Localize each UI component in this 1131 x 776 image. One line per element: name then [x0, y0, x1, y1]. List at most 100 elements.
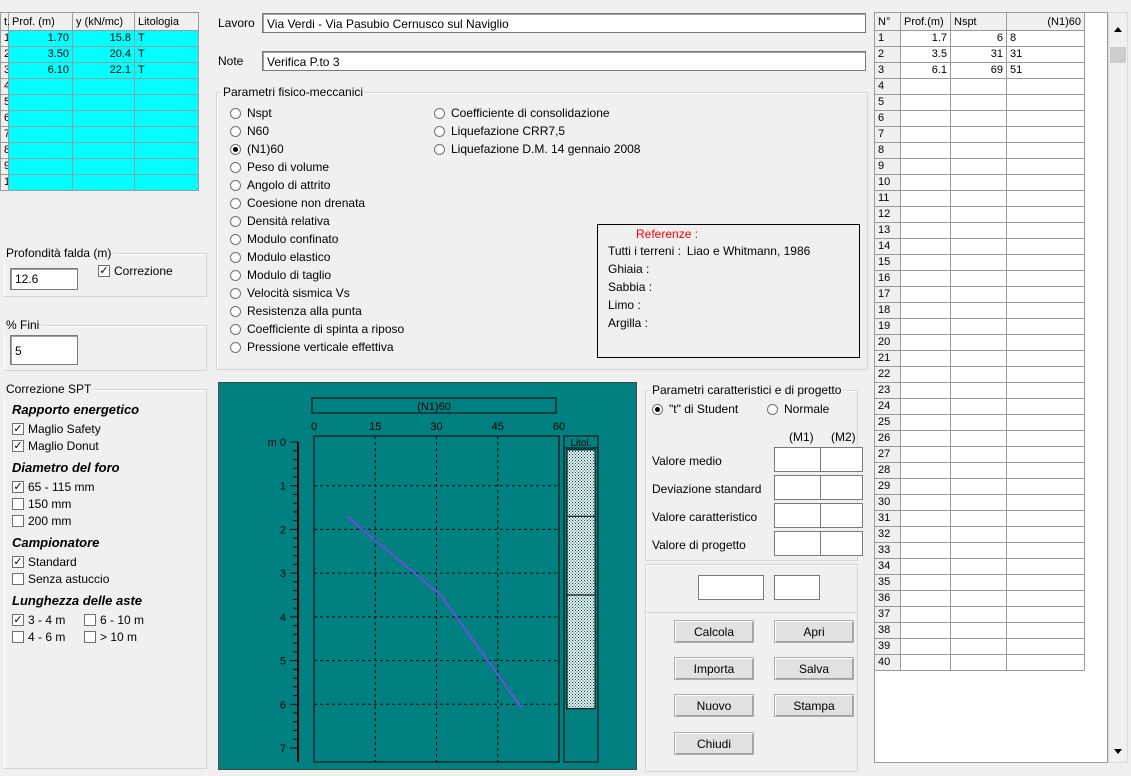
nspt-cell[interactable] — [950, 558, 1007, 575]
gamma-cell[interactable] — [72, 94, 135, 111]
prof-cell[interactable] — [900, 638, 951, 655]
spt-checkbox[interactable]: 150 mm — [12, 495, 202, 512]
prof-cell[interactable] — [900, 446, 951, 463]
prof-cell[interactable] — [900, 478, 951, 495]
spt-checkbox[interactable]: ✓ Maglio Safety — [12, 420, 202, 437]
param-radio[interactable]: Modulo di taglio — [230, 266, 404, 284]
nspt-cell[interactable] — [950, 654, 1007, 671]
prof-cell[interactable] — [900, 526, 951, 543]
fini-input[interactable]: 5 — [10, 335, 78, 365]
prof-cell[interactable]: 3.5 — [900, 46, 951, 63]
prof-cell[interactable] — [8, 158, 73, 175]
prof-cell[interactable] — [900, 462, 951, 479]
nspt-cell[interactable] — [950, 110, 1007, 127]
n160-cell[interactable] — [1006, 638, 1085, 655]
prof-cell[interactable] — [900, 110, 951, 127]
n160-cell[interactable] — [1006, 126, 1085, 143]
param-radio[interactable]: Angolo di attrito — [230, 176, 404, 194]
prof-cell[interactable] — [900, 174, 951, 191]
nspt-cell[interactable]: 31 — [950, 46, 1007, 63]
prof-cell[interactable] — [900, 254, 951, 271]
param-radio[interactable]: Modulo elastico — [230, 248, 404, 266]
prof-cell[interactable] — [900, 206, 951, 223]
n160-cell[interactable] — [1006, 158, 1085, 175]
scroll-down-icon[interactable] — [1114, 749, 1122, 754]
n160-cell[interactable] — [1006, 222, 1085, 239]
car-m2-field[interactable] — [820, 531, 863, 556]
n160-cell[interactable]: 51 — [1006, 62, 1085, 79]
n160-cell[interactable] — [1006, 446, 1085, 463]
nspt-cell[interactable] — [950, 286, 1007, 303]
prof-cell[interactable] — [900, 398, 951, 415]
nspt-cell[interactable] — [950, 334, 1007, 351]
n160-cell[interactable] — [1006, 654, 1085, 671]
nspt-cell[interactable] — [950, 606, 1007, 623]
chiudi-button[interactable]: Chiudi — [674, 732, 754, 755]
spt-checkbox[interactable]: ✓ 65 - 115 mm — [12, 478, 202, 495]
gamma-cell[interactable] — [72, 158, 135, 175]
aste-checkbox[interactable]: 4 - 6 m — [12, 628, 84, 645]
param-radio[interactable]: Liquefazione D.M. 14 gennaio 2008 — [434, 140, 640, 158]
n160-cell[interactable] — [1006, 478, 1085, 495]
prof-cell[interactable] — [8, 78, 73, 95]
spt-checkbox[interactable]: Senza astuccio — [12, 570, 202, 587]
nspt-cell[interactable] — [950, 222, 1007, 239]
prof-cell[interactable] — [900, 350, 951, 367]
nspt-cell[interactable] — [950, 446, 1007, 463]
lavoro-input[interactable]: Via Verdi - Via Pasubio Cernusco sul Nav… — [262, 13, 866, 33]
aste-checkbox[interactable]: ✓ 3 - 4 m — [12, 611, 84, 628]
prof-cell[interactable] — [900, 542, 951, 559]
nspt-cell[interactable] — [950, 414, 1007, 431]
prof-cell[interactable] — [900, 494, 951, 511]
litologia-cell[interactable]: T — [134, 46, 199, 63]
litologia-cell[interactable] — [134, 78, 199, 95]
n160-cell[interactable] — [1006, 398, 1085, 415]
prof-cell[interactable] — [900, 238, 951, 255]
nspt-cell[interactable] — [950, 366, 1007, 383]
nspt-cell[interactable] — [950, 542, 1007, 559]
nspt-cell[interactable] — [950, 206, 1007, 223]
nspt-cell[interactable] — [950, 270, 1007, 287]
gamma-cell[interactable] — [72, 126, 135, 143]
n160-cell[interactable] — [1006, 270, 1085, 287]
n160-cell[interactable] — [1006, 110, 1085, 127]
aste-checkbox[interactable]: 6 - 10 m — [84, 611, 174, 628]
param-radio[interactable]: Resistenza alla punta — [230, 302, 404, 320]
n160-cell[interactable] — [1006, 334, 1085, 351]
nspt-cell[interactable] — [950, 398, 1007, 415]
prof-cell[interactable] — [900, 94, 951, 111]
stampa-button[interactable]: Stampa — [774, 694, 854, 717]
normale-radio[interactable]: Normale — [767, 400, 829, 418]
car-m1-field[interactable] — [774, 503, 821, 528]
prof-cell[interactable]: 1.70 — [8, 30, 73, 47]
nspt-cell[interactable] — [950, 350, 1007, 367]
param-radio[interactable]: Peso di volume — [230, 158, 404, 176]
result-field-2[interactable] — [774, 575, 820, 600]
prof-cell[interactable] — [8, 110, 73, 127]
param-radio[interactable]: Coefficiente di consolidazione — [434, 104, 640, 122]
gamma-cell[interactable] — [72, 78, 135, 95]
param-radio[interactable]: Modulo confinato — [230, 230, 404, 248]
nspt-cell[interactable] — [950, 494, 1007, 511]
prof-cell[interactable] — [900, 590, 951, 607]
salva-button[interactable]: Salva — [774, 657, 854, 680]
n160-cell[interactable] — [1006, 542, 1085, 559]
prof-cell[interactable] — [900, 78, 951, 95]
nspt-cell[interactable] — [950, 574, 1007, 591]
n160-cell[interactable] — [1006, 622, 1085, 639]
prof-cell[interactable] — [900, 622, 951, 639]
litologia-cell[interactable] — [134, 142, 199, 159]
spt-checkbox[interactable]: 200 mm — [12, 512, 202, 529]
scroll-up-icon[interactable] — [1114, 27, 1122, 32]
prof-cell[interactable] — [900, 222, 951, 239]
correzione-checkbox[interactable]: ✓ Correzione — [98, 262, 173, 279]
n160-cell[interactable] — [1006, 558, 1085, 575]
n160-cell[interactable] — [1006, 142, 1085, 159]
litologia-cell[interactable]: T — [134, 30, 199, 47]
n160-cell[interactable]: 31 — [1006, 46, 1085, 63]
car-m2-field[interactable] — [820, 503, 863, 528]
param-radio[interactable]: Liquefazione CRR7,5 — [434, 122, 640, 140]
car-m1-field[interactable] — [774, 531, 821, 556]
spt-checkbox[interactable]: ✓ Standard — [12, 553, 202, 570]
prof-cell[interactable] — [900, 334, 951, 351]
